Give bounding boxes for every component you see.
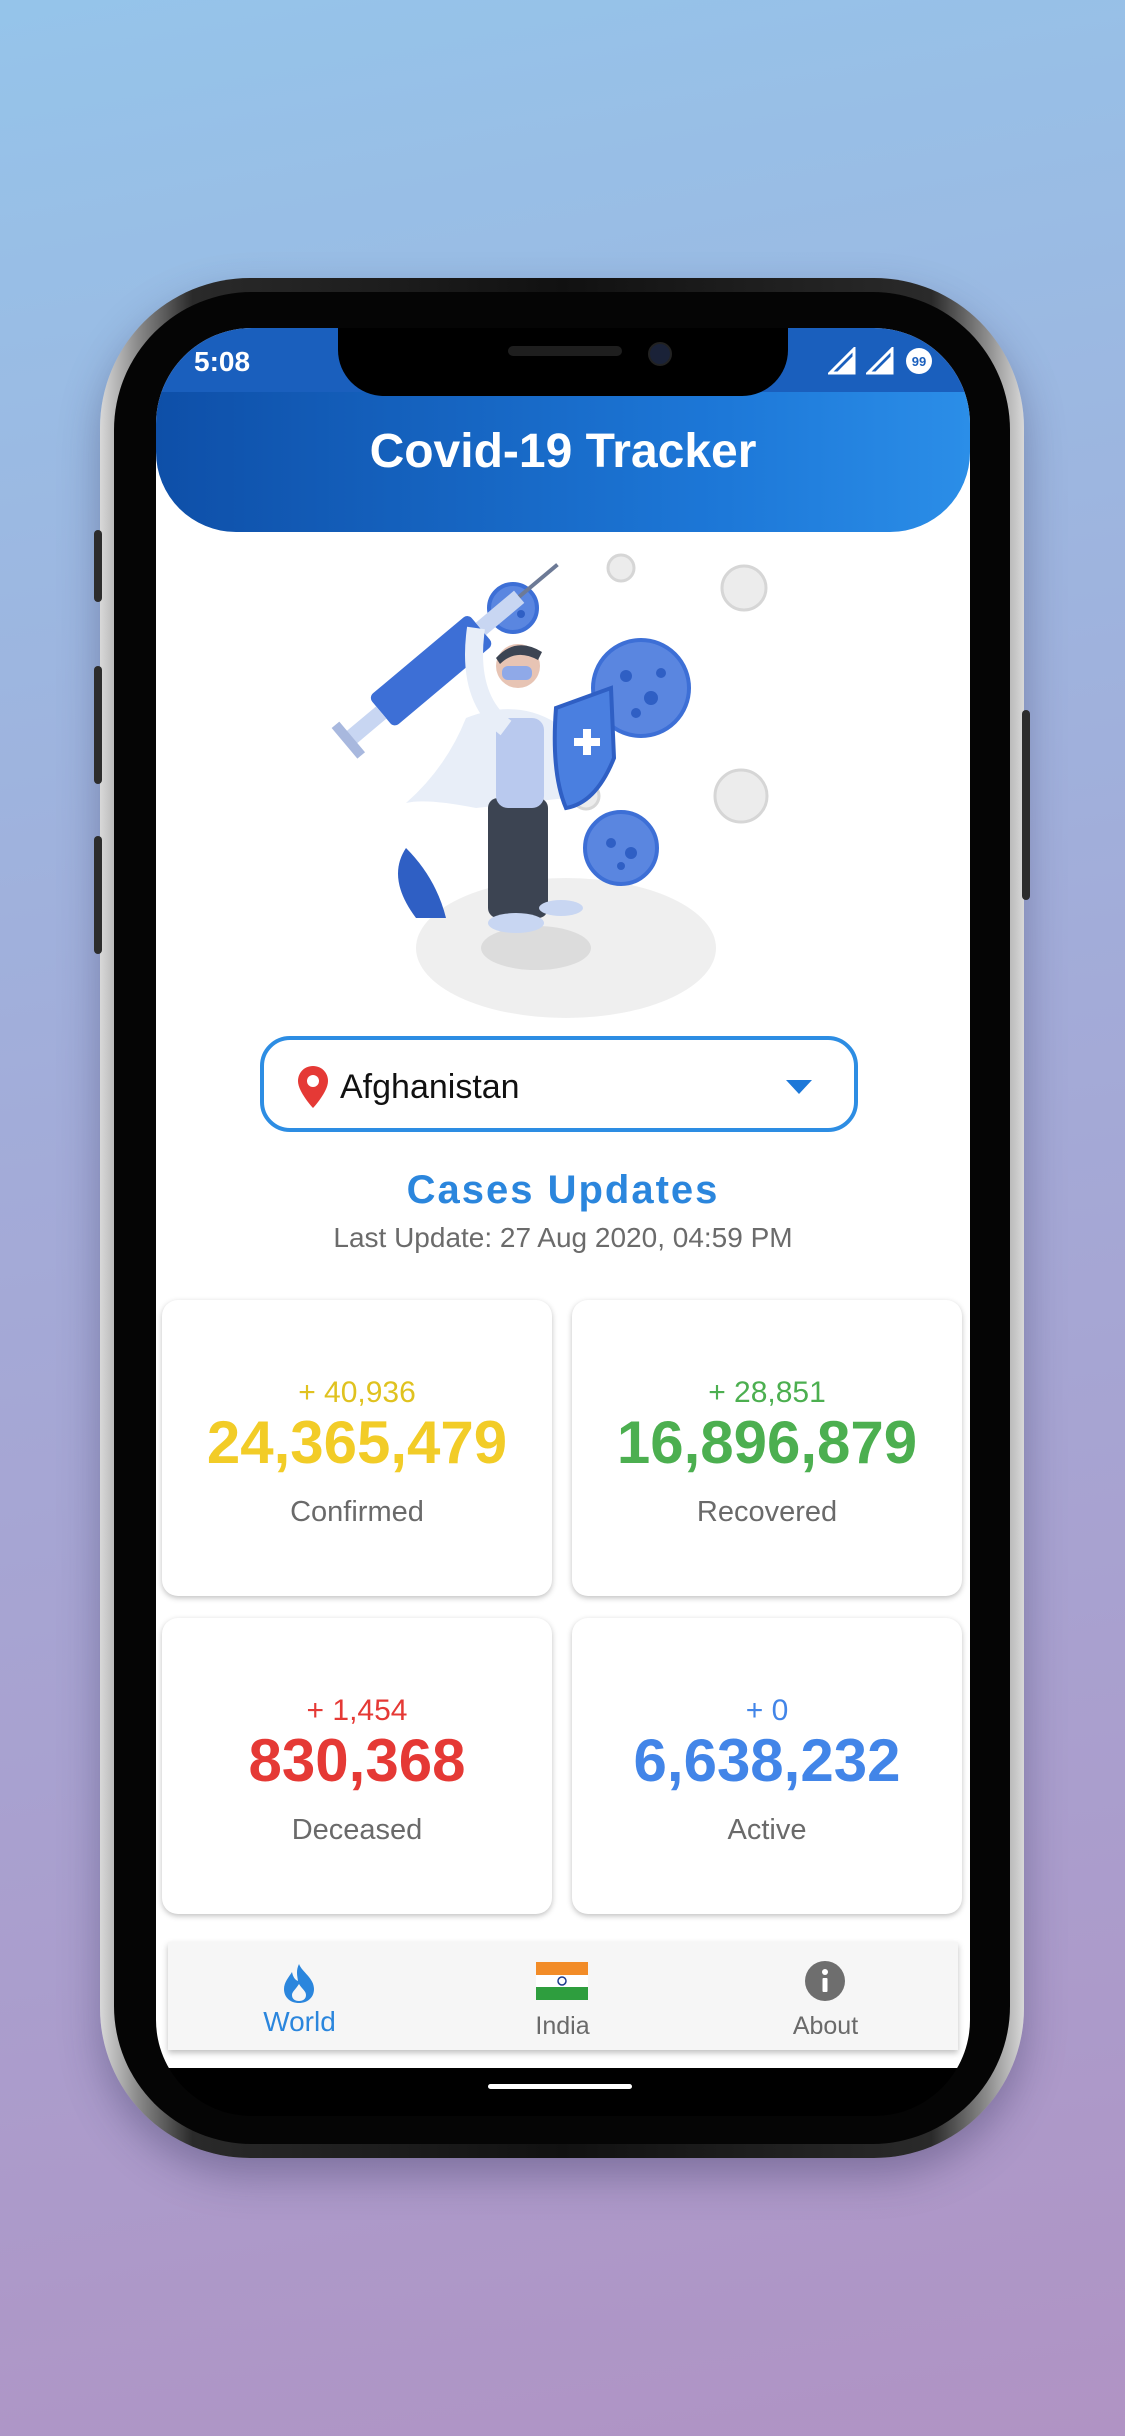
flame-icon [284,1964,314,2003]
nav-item-world[interactable]: World [168,1942,431,2050]
deceased-total: 830,368 [248,1727,466,1794]
recovered-total: 16,896,879 [616,1409,918,1476]
front-camera [648,342,672,366]
speaker [508,346,622,356]
deceased-card: + 1,454 830,368 Deceased [162,1618,552,1914]
status-time: 5:08 [194,346,251,377]
battery-icon: 99 [906,348,932,374]
recovered-label: Recovered [696,1496,838,1528]
last-update: Last Update: 27 Aug 2020, 04:59 PM [333,1222,793,1253]
india-flag-icon [536,1962,588,2000]
app-title: Covid-19 Tracker [369,425,757,478]
volume-button [94,530,102,602]
country-select[interactable]: Afghanistan [260,1036,858,1132]
active-total: 6,638,232 [633,1727,901,1794]
app-header: Covid-19 Tracker [156,392,970,532]
active-delta: + 0 [745,1694,789,1727]
deceased-delta: + 1,454 [306,1694,408,1727]
chevron-down-icon[interactable] [786,1080,812,1094]
confirmed-card: + 40,936 24,365,479 Confirmed [162,1300,552,1596]
signal-icon [866,347,894,375]
confirmed-delta: + 40,936 [298,1376,416,1409]
phone-screen: 5:08 99 Covid-19 Tracker Afghanistan Cas… [156,328,970,2116]
power-button [1022,710,1030,900]
recovered-card: + 28,851 16,896,879 Recovered [572,1300,962,1596]
nav-item-india[interactable]: India [431,1942,694,2050]
deceased-label: Deceased [291,1814,423,1846]
nav-label-india: India [535,2012,590,2040]
volume-up-button [94,666,102,784]
home-indicator[interactable] [488,2084,632,2089]
battery-level: 99 [912,354,926,369]
selected-country: Afghanistan [340,1068,520,1106]
volume-down-button [94,836,102,954]
recovered-delta: + 28,851 [708,1376,826,1409]
confirmed-label: Confirmed [290,1496,424,1528]
app-window: 5:08 99 Covid-19 Tracker Afghanistan Cas… [156,328,970,2068]
location-pin-icon [298,1066,328,1108]
status-icons: 99 [828,346,934,376]
active-label: Active [727,1814,807,1846]
confirmed-total: 24,365,479 [206,1409,508,1476]
signal-icon [828,347,856,375]
nav-item-about[interactable]: About [694,1942,957,2050]
active-card: + 0 6,638,232 Active [572,1618,962,1914]
nav-label-about: About [792,2012,859,2040]
bottom-nav: World India About [168,1942,958,2050]
nav-label-world: World [263,2006,336,2037]
info-icon [805,1961,845,2001]
doctor-illustration [331,553,769,1018]
notch [338,328,788,396]
cases-title: Cases Updates [406,1168,720,1212]
